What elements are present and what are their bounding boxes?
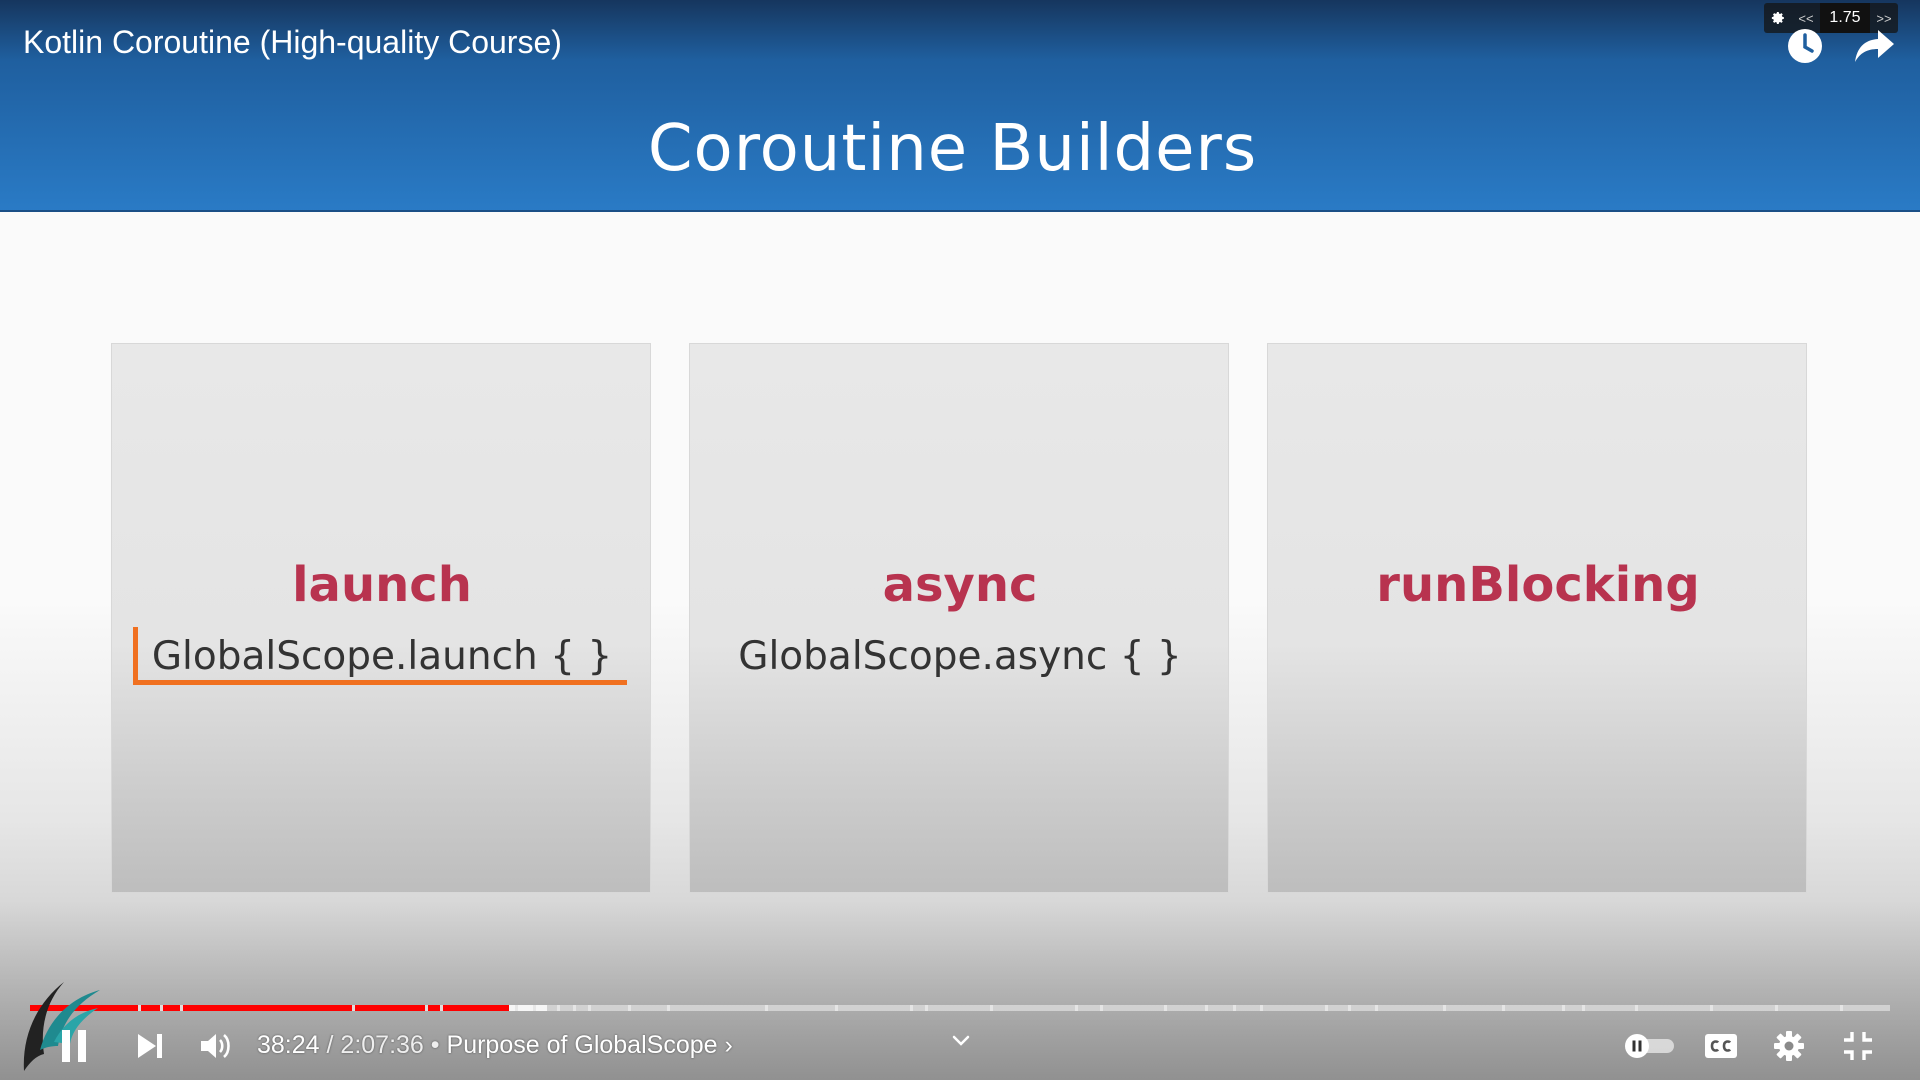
autoplay-toggle[interactable] — [1622, 1022, 1678, 1070]
chapter-marker — [515, 1005, 518, 1011]
pause-icon — [62, 1030, 86, 1062]
chapter-marker — [160, 1005, 163, 1011]
progress-bar[interactable] — [30, 1005, 1890, 1011]
settings-button[interactable] — [1765, 1022, 1813, 1070]
time-display: 38:24 / 2:07:36 • Purpose of GlobalScope… — [257, 1031, 733, 1060]
watch-later-button[interactable] — [1781, 22, 1829, 70]
chapter-marker — [1502, 1005, 1505, 1011]
chapter-arrow-icon[interactable]: › — [724, 1031, 732, 1059]
duration: 2:07:36 — [340, 1031, 424, 1059]
highlight-annotation — [133, 627, 627, 685]
share-button[interactable] — [1850, 22, 1898, 70]
next-icon — [138, 1034, 162, 1058]
chapter-marker — [990, 1005, 993, 1011]
card-runblocking: runBlocking — [1267, 343, 1807, 893]
card-code: GlobalScope.async { } — [738, 634, 1182, 679]
chapter-marker — [1164, 1005, 1167, 1011]
chevron-down-icon[interactable] — [950, 1030, 972, 1052]
chapter-marker — [1635, 1005, 1638, 1011]
chapter-bullet: • — [430, 1031, 440, 1059]
time-separator: / — [326, 1031, 334, 1059]
pause-button[interactable] — [50, 1022, 98, 1070]
exit-fullscreen-icon — [1844, 1032, 1872, 1060]
chapter-marker — [1233, 1005, 1236, 1011]
chapter-marker — [835, 1005, 838, 1011]
chapter-marker — [425, 1005, 428, 1011]
chapter-marker — [910, 1005, 913, 1011]
chapter-marker — [1840, 1005, 1843, 1011]
current-time: 38:24 — [257, 1031, 320, 1059]
next-button[interactable] — [126, 1022, 174, 1070]
chapter-marker — [588, 1005, 591, 1011]
settings-icon — [1774, 1031, 1804, 1061]
chapter-title[interactable]: Purpose of GlobalScope — [447, 1031, 718, 1059]
chapter-marker — [1562, 1005, 1565, 1011]
chapter-marker — [628, 1005, 631, 1011]
chapter-marker — [1582, 1005, 1585, 1011]
chapter-marker — [1325, 1005, 1328, 1011]
chapter-marker — [533, 1005, 536, 1011]
chapter-marker — [138, 1005, 141, 1011]
clock-icon — [1788, 29, 1822, 63]
chapter-marker — [1375, 1005, 1378, 1011]
chapter-marker — [667, 1005, 670, 1011]
exit-fullscreen-button[interactable] — [1834, 1022, 1882, 1070]
volume-button[interactable] — [192, 1022, 240, 1070]
chapter-marker — [557, 1005, 560, 1011]
chapter-marker — [1443, 1005, 1446, 1011]
autoplay-toggle-icon — [1625, 1034, 1674, 1058]
card-launch: launch GlobalScope.launch { } — [111, 343, 651, 893]
chapter-marker — [573, 1005, 576, 1011]
chapter-marker — [1710, 1005, 1713, 1011]
card-async: async GlobalScope.async { } — [689, 343, 1229, 893]
volume-icon — [201, 1034, 230, 1058]
chapter-marker — [765, 1005, 768, 1011]
share-icon — [1855, 30, 1894, 62]
chapter-marker — [180, 1005, 183, 1011]
captions-button[interactable] — [1697, 1022, 1745, 1070]
chapter-marker — [1205, 1005, 1208, 1011]
chapter-marker — [1260, 1005, 1263, 1011]
video-player[interactable]: Coroutine Builders Kotlin Coroutine (Hig… — [0, 0, 1920, 1080]
chapter-marker — [1100, 1005, 1103, 1011]
chapter-marker — [1775, 1005, 1778, 1011]
captions-icon — [1705, 1034, 1737, 1058]
card-heading: async — [882, 557, 1038, 613]
card-heading: runBlocking — [1376, 557, 1700, 613]
chapter-marker — [352, 1005, 355, 1011]
chapter-marker — [1075, 1005, 1078, 1011]
video-title[interactable]: Kotlin Coroutine (High-quality Course) — [23, 24, 562, 61]
card-heading: launch — [292, 557, 472, 613]
chapter-marker — [925, 1005, 928, 1011]
chapter-marker — [1348, 1005, 1351, 1011]
slide-title: Coroutine Builders — [647, 112, 1258, 186]
chapter-marker — [440, 1005, 443, 1011]
